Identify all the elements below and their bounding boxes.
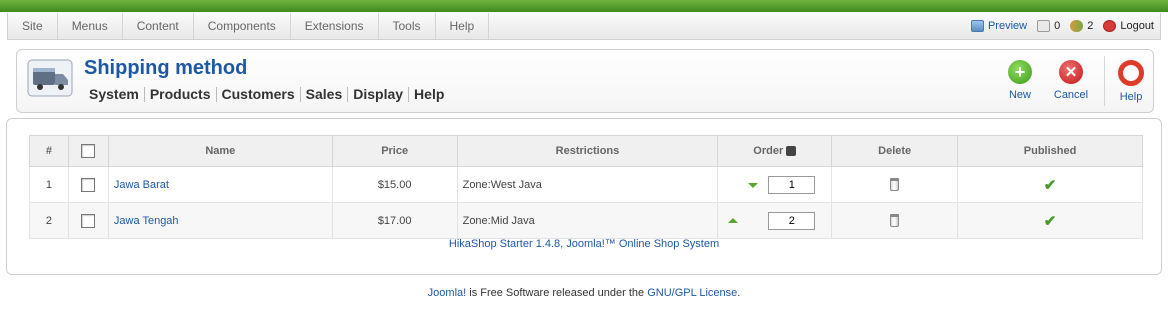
row-checkbox[interactable] — [81, 177, 96, 192]
preview-label[interactable]: Preview — [988, 20, 1027, 32]
logout-icon — [1103, 20, 1117, 32]
row-restrictions: Zone:Mid Java — [456, 202, 719, 239]
move-down-icon[interactable] — [748, 183, 759, 188]
joomla-link[interactable]: Joomla! — [428, 287, 467, 299]
menu-help[interactable]: Help — [436, 13, 490, 39]
col-delete: Delete — [831, 135, 959, 167]
subnav-products[interactable]: Products — [145, 87, 217, 102]
help-button[interactable]: Help — [1106, 60, 1156, 103]
logout-link[interactable]: Logout — [1103, 20, 1154, 32]
row-name-link[interactable]: Jawa Barat — [114, 179, 169, 191]
footer-period: . — [737, 287, 741, 299]
add-icon: + — [1008, 60, 1032, 84]
trash-icon[interactable] — [890, 178, 900, 191]
admin-menu-bar: Site Menus Content Components Extensions… — [7, 13, 1161, 40]
row-name-link[interactable]: Jawa Tengah — [114, 215, 179, 227]
col-number: # — [29, 135, 69, 167]
joomla-footer-text: is Free Software released under the — [466, 287, 648, 299]
status-area: Preview 0 2 Logout — [970, 13, 1154, 39]
col-price[interactable]: Price — [331, 135, 458, 167]
preview-link[interactable]: Preview — [970, 20, 1027, 32]
messages-count-value: 0 — [1054, 20, 1061, 32]
table-row: 2 Jawa Tengah $17.00 Zone:Mid Java ✔ — [29, 202, 1143, 239]
menu-site[interactable]: Site — [8, 13, 58, 39]
table-row: 1 Jawa Barat $15.00 Zone:West Java ✔ — [29, 166, 1143, 203]
row-published-cell: ✔ — [957, 202, 1143, 239]
select-all-checkbox[interactable] — [81, 144, 96, 158]
menu-tools[interactable]: Tools — [379, 13, 436, 39]
menu-menus[interactable]: Menus — [58, 13, 123, 39]
toolbar-separator — [1104, 56, 1105, 106]
row-checkbox[interactable] — [81, 213, 96, 228]
subnav-display[interactable]: Display — [348, 87, 410, 102]
users-icon — [1070, 20, 1084, 32]
subnav-customers[interactable]: Customers — [217, 87, 301, 102]
help-label: Help — [1119, 91, 1143, 103]
col-restrictions: Restrictions — [456, 135, 719, 167]
trash-icon[interactable] — [890, 214, 900, 227]
menu-content[interactable]: Content — [123, 13, 194, 39]
menu-components[interactable]: Components — [194, 13, 291, 39]
row-checkbox-cell — [67, 202, 109, 239]
order-input[interactable] — [768, 176, 816, 194]
order-input[interactable] — [768, 212, 816, 230]
menu-extensions[interactable]: Extensions — [291, 13, 379, 39]
logout-label[interactable]: Logout — [1120, 20, 1154, 32]
users-count-value: 2 — [1087, 20, 1094, 32]
row-published-cell: ✔ — [957, 166, 1143, 203]
envelope-icon — [1037, 20, 1051, 32]
users-count[interactable]: 2 — [1070, 20, 1093, 32]
move-up-icon[interactable] — [728, 218, 739, 223]
table-header-row: # Name Price Restrictions Order Delete P… — [29, 135, 1143, 167]
preview-icon — [970, 20, 984, 32]
main-menu: Site Menus Content Components Extensions… — [8, 13, 490, 39]
subnav-sales[interactable]: Sales — [301, 87, 349, 102]
save-order-icon[interactable] — [786, 146, 797, 157]
published-check-icon[interactable]: ✔ — [1044, 213, 1057, 230]
license-link[interactable]: GNU/GPL License — [647, 287, 737, 299]
hikashop-link[interactable]: HikaShop Starter 1.4.8, Joomla!™ Online … — [449, 238, 719, 250]
top-accent-bar — [0, 0, 1168, 12]
content-area: # Name Price Restrictions Order Delete P… — [6, 118, 1162, 275]
row-name-cell: Jawa Barat — [107, 166, 333, 203]
hikashop-footer: HikaShop Starter 1.4.8, Joomla!™ Online … — [0, 238, 1168, 250]
row-delete-cell — [831, 166, 959, 203]
row-number: 2 — [29, 202, 69, 239]
row-name-cell: Jawa Tengah — [107, 202, 333, 239]
toolbar-panel: Shipping method System Products Customer… — [16, 49, 1154, 113]
lifebuoy-icon — [1118, 60, 1144, 86]
row-order-cell — [717, 166, 833, 203]
col-order[interactable]: Order — [717, 135, 833, 167]
row-restrictions: Zone:West Java — [456, 166, 719, 203]
sub-navigation: System Products Customers Sales Display … — [89, 87, 449, 102]
published-check-icon[interactable]: ✔ — [1044, 177, 1057, 194]
row-order-cell — [717, 202, 833, 239]
cancel-button[interactable]: ✕ Cancel — [1046, 60, 1096, 101]
subnav-help[interactable]: Help — [409, 87, 449, 102]
col-name[interactable]: Name — [107, 135, 333, 167]
cancel-icon: ✕ — [1059, 60, 1083, 84]
shipping-truck-icon — [27, 59, 73, 97]
subnav-system[interactable]: System — [89, 87, 145, 102]
col-published: Published — [957, 135, 1143, 167]
joomla-footer: Joomla! is Free Software released under … — [0, 287, 1168, 299]
new-button[interactable]: + New — [995, 60, 1045, 101]
col-order-label: Order — [753, 145, 784, 157]
row-delete-cell — [831, 202, 959, 239]
cancel-label: Cancel — [1053, 89, 1089, 101]
row-checkbox-cell — [67, 166, 109, 203]
page-title: Shipping method — [84, 57, 248, 79]
messages-count[interactable]: 0 — [1037, 20, 1060, 32]
row-price: $15.00 — [331, 166, 458, 203]
col-checkall — [67, 135, 109, 167]
new-label: New — [1008, 89, 1031, 101]
row-price: $17.00 — [331, 202, 458, 239]
row-number: 1 — [29, 166, 69, 203]
shipping-methods-table: # Name Price Restrictions Order Delete P… — [29, 135, 1143, 239]
